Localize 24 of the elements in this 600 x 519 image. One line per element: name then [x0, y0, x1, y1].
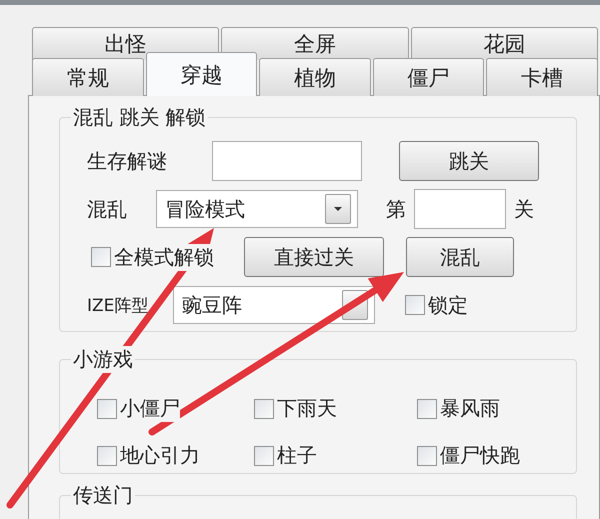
tab[interactable]: 穿越 [146, 52, 258, 96]
tab[interactable]: 常规 [32, 58, 144, 96]
field-label: IZE阵型 [87, 294, 150, 316]
chaos-button[interactable]: 混乱 [406, 237, 514, 277]
pass-button[interactable]: 直接过关 [244, 237, 384, 277]
formation-dropdown[interactable]: 豌豆阵 [173, 286, 375, 324]
jump-button[interactable]: 跳关 [399, 141, 539, 181]
level-field[interactable] [414, 189, 506, 229]
tab[interactable]: 植物 [259, 58, 371, 96]
field-label: 关 [514, 196, 534, 222]
checkbox[interactable]: 下雨天 [254, 395, 417, 422]
checkbox[interactable]: 暴风雨 [417, 395, 547, 422]
tab[interactable]: 花园 [410, 27, 598, 60]
mode-dropdown[interactable]: 冒险模式 [156, 190, 358, 228]
input-field[interactable] [212, 141, 362, 181]
field-label: 第 [386, 196, 407, 222]
tab[interactable]: 卡槽 [486, 58, 598, 96]
checkbox[interactable]: 小僵尸 [97, 395, 254, 422]
field-label: 混乱 [87, 196, 128, 222]
group-title: 小游戏 [71, 346, 135, 373]
tab[interactable]: 僵尸 [372, 58, 484, 96]
tab[interactable]: 全屏 [221, 27, 409, 60]
field-label: 生存解谜 [87, 148, 168, 174]
checkbox[interactable]: 柱子 [254, 442, 417, 469]
